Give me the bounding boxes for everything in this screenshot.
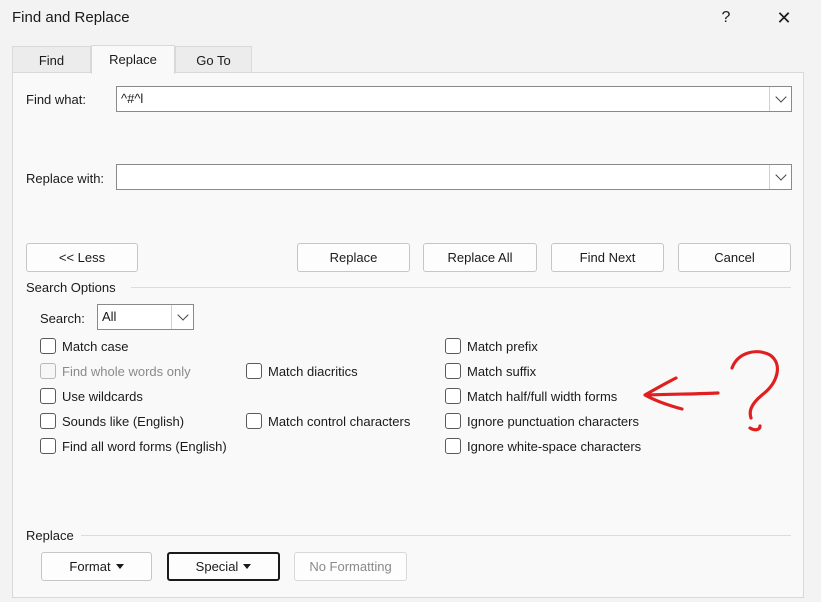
- special-label: Special: [195, 559, 239, 574]
- caret-down-icon: [243, 564, 252, 569]
- wildcards-checkbox[interactable]: Use wildcards: [40, 386, 143, 406]
- chevron-down-icon: [176, 309, 189, 321]
- checkbox-box[interactable]: [445, 413, 461, 429]
- sounds-like-checkbox[interactable]: Sounds like (English): [40, 411, 184, 431]
- checkbox-label: Match case: [62, 338, 129, 354]
- format-button[interactable]: Format: [41, 552, 152, 581]
- special-button[interactable]: Special: [167, 552, 280, 581]
- checkbox-box[interactable]: [445, 438, 461, 454]
- title-bar: Find and Replace ? ✕: [0, 0, 821, 38]
- checkbox-box[interactable]: [40, 438, 56, 454]
- replace-section-title: Replace: [26, 528, 74, 543]
- tab-replace[interactable]: Replace: [91, 45, 175, 74]
- checkbox-label: Find all word forms (English): [62, 438, 227, 454]
- ignore-punctuation-checkbox[interactable]: Ignore punctuation characters: [445, 411, 639, 431]
- cancel-button[interactable]: Cancel: [678, 243, 791, 272]
- replace-all-button[interactable]: Replace All: [423, 243, 537, 272]
- diacritics-checkbox[interactable]: Match diacritics: [246, 361, 358, 381]
- find-what-input[interactable]: ^#^l: [116, 86, 792, 112]
- search-direction-dropdown[interactable]: [171, 305, 193, 329]
- checkbox-box[interactable]: [246, 413, 262, 429]
- checkbox-label: Match half/full width forms: [467, 388, 618, 404]
- replace-with-label: Replace with:: [26, 171, 105, 186]
- format-label: Format: [69, 559, 111, 574]
- chevron-down-icon: [774, 91, 787, 103]
- search-options-title: Search Options: [26, 280, 116, 295]
- checkbox-box: [40, 363, 56, 379]
- tab-goto[interactable]: Go To: [175, 46, 252, 73]
- close-button[interactable]: ✕: [762, 4, 806, 32]
- checkbox-label: Find whole words only: [62, 363, 191, 379]
- checkbox-label: Match suffix: [467, 363, 537, 379]
- chevron-down-icon: [774, 169, 787, 181]
- search-direction-value: All: [102, 309, 117, 324]
- half-full-width-checkbox[interactable]: Match half/full width forms: [445, 386, 617, 406]
- checkbox-box[interactable]: [445, 338, 461, 354]
- checkbox-label: Match control characters: [268, 413, 411, 429]
- replace-section-divider: [81, 535, 791, 536]
- replace-with-input[interactable]: [116, 164, 792, 190]
- close-icon: ✕: [776, 7, 792, 28]
- caret-down-icon: [115, 564, 124, 569]
- search-label: Search:: [40, 311, 85, 326]
- find-what-label: Find what:: [26, 92, 86, 107]
- find-next-button[interactable]: Find Next: [551, 243, 664, 272]
- tab-bar: Find Replace Go To: [0, 45, 821, 74]
- whole-words-checkbox: Find whole words only: [40, 361, 191, 381]
- search-options-divider: [131, 287, 791, 288]
- find-what-value: ^#^l: [121, 91, 144, 106]
- checkbox-label: Use wildcards: [62, 388, 143, 404]
- checkbox-label: Ignore white-space characters: [467, 438, 642, 454]
- word-forms-checkbox[interactable]: Find all word forms (English): [40, 436, 227, 456]
- no-formatting-button: No Formatting: [294, 552, 407, 581]
- help-button[interactable]: ?: [704, 4, 748, 32]
- control-characters-checkbox[interactable]: Match control characters: [246, 411, 410, 431]
- replace-panel: Find what: ^#^l Replace with: << Less Re…: [12, 72, 804, 598]
- checkbox-label: Ignore punctuation characters: [467, 413, 639, 429]
- checkbox-box[interactable]: [445, 388, 461, 404]
- match-case-checkbox[interactable]: Match case: [40, 336, 128, 356]
- checkbox-box[interactable]: [40, 413, 56, 429]
- replace-with-dropdown[interactable]: [769, 165, 791, 189]
- match-suffix-checkbox[interactable]: Match suffix: [445, 361, 536, 381]
- search-direction-select[interactable]: All: [97, 304, 194, 330]
- find-what-dropdown[interactable]: [769, 87, 791, 111]
- tab-find[interactable]: Find: [12, 46, 91, 73]
- match-prefix-checkbox[interactable]: Match prefix: [445, 336, 538, 356]
- less-button[interactable]: << Less: [26, 243, 138, 272]
- checkbox-label: Match prefix: [467, 338, 538, 354]
- ignore-whitespace-checkbox[interactable]: Ignore white-space characters: [445, 436, 641, 456]
- checkbox-box[interactable]: [445, 363, 461, 379]
- window-title: Find and Replace: [12, 9, 130, 26]
- checkbox-label: Match diacritics: [268, 363, 358, 379]
- checkbox-box[interactable]: [246, 363, 262, 379]
- checkbox-label: Sounds like (English): [62, 413, 185, 429]
- checkbox-box[interactable]: [40, 388, 56, 404]
- replace-button[interactable]: Replace: [297, 243, 410, 272]
- checkbox-box[interactable]: [40, 338, 56, 354]
